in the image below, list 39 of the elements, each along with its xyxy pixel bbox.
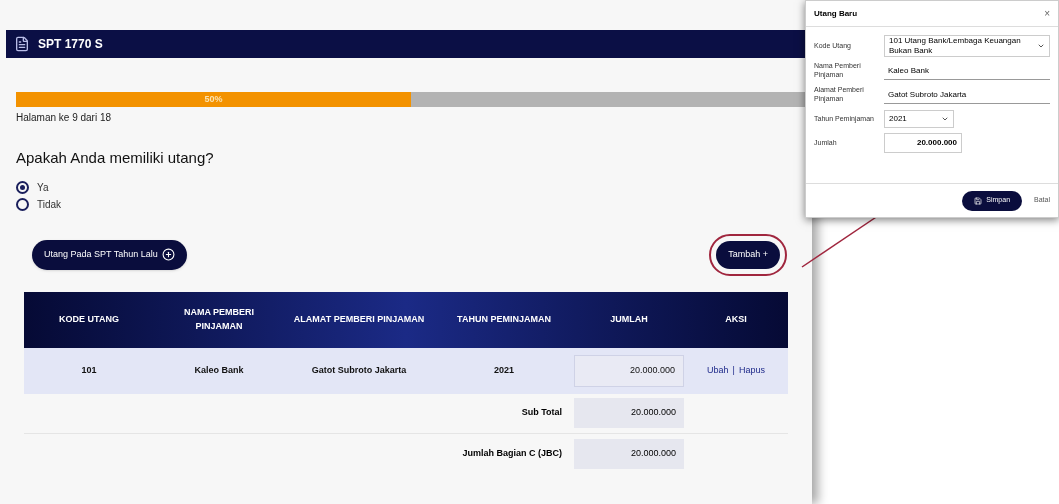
chevron-down-icon [941,115,949,123]
input-field[interactable]: Gatot Subroto Jakarta [884,86,1050,104]
delete-link[interactable]: Hapus [738,363,765,378]
column-header: NAMA PEMBERI PINJAMAN [182,306,256,333]
save-icon [974,196,983,205]
edit-link[interactable]: Ubah [707,363,729,378]
table-cell-text: Kaleo Bank [193,363,245,377]
subtotal-field[interactable]: 20.000.000 [574,398,684,428]
chevron-down-icon [1037,42,1045,50]
input-field[interactable]: Kaleo Bank [884,62,1050,80]
column-header: ALAMAT PEMBERI PINJAMAN [292,312,426,326]
radio-label: Tidak [37,197,62,212]
progress-label: 50% [204,92,223,106]
document-icon [14,36,30,52]
subtotal-label: Sub Total [520,406,563,420]
plus-circle-icon [161,248,175,261]
link-separator: | [732,363,735,377]
table-cell-text: Gatot Subroto Jakarta [310,363,408,377]
question: Apakah Anda memiliki utang? [16,148,215,168]
column-header: KODE UTANG [58,312,120,326]
previous-year-debt-button[interactable]: Utang Pada SPT Tahun Lalu [32,239,187,270]
amount-field[interactable]: 20.000.000 [884,133,962,153]
amount-field[interactable]: 20.000.000 [574,354,684,387]
page-info: Halaman ke 9 dari 18 [16,111,113,125]
column-header: AKSI [724,312,748,326]
column-header: JUMLAH [609,312,649,326]
total-label: Jumlah Bagian C (JBC) [461,446,563,460]
select-field[interactable]: 101 Utang Bank/Lembaga Keuangan Bukan Bank [884,35,1050,57]
column-header: TAHUN PEMINJAMAN [456,312,552,326]
dialog-title: Utang Baru [814,7,858,20]
radio-label: Ya [37,180,49,195]
table-cell-text: 2021 [493,363,515,377]
radio-button[interactable] [16,197,29,211]
radio-button[interactable] [16,180,29,194]
select-field[interactable]: 2021 [884,110,954,128]
total-field[interactable]: 20.000.000 [574,438,684,469]
header-title: SPT 1770 S [38,36,103,53]
table-cell-text: 101 [80,363,98,377]
close-button[interactable]: × [1044,6,1050,21]
